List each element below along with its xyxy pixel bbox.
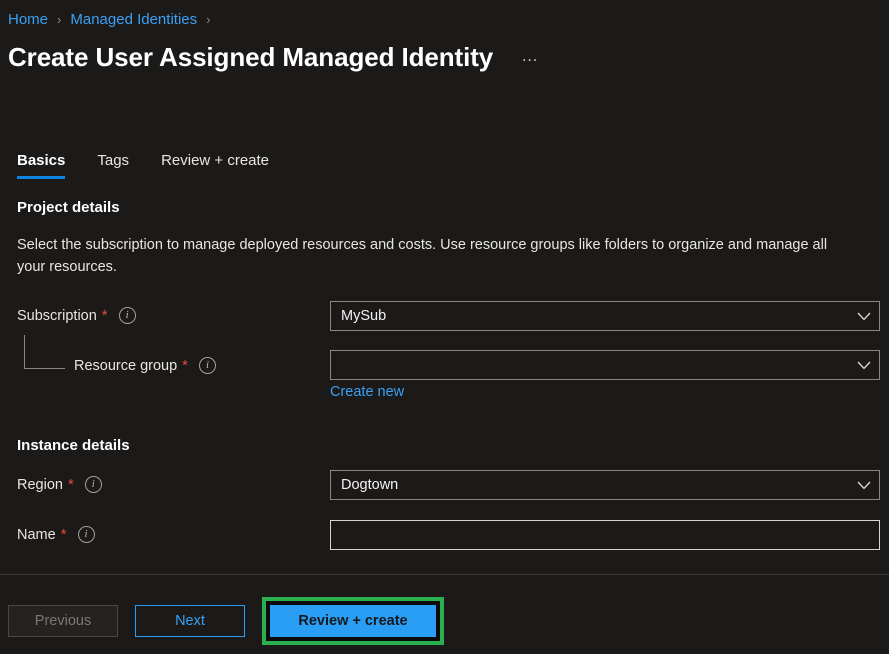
instance-details-heading: Instance details — [17, 437, 130, 454]
info-icon[interactable]: i — [84, 476, 102, 493]
chevron-down-icon — [849, 312, 879, 321]
next-button[interactable]: Next — [135, 605, 245, 637]
wizard-footer: Previous Next Review + create — [8, 597, 444, 645]
project-details-heading: Project details — [17, 199, 120, 216]
review-create-button[interactable]: Review + create — [270, 605, 436, 637]
name-label-group: Name * i — [17, 526, 95, 543]
required-marker: * — [182, 357, 189, 374]
info-icon[interactable]: i — [199, 357, 217, 374]
breadcrumb-item-managed-identities[interactable]: Managed Identities — [70, 11, 197, 28]
chevron-down-icon — [849, 361, 879, 370]
subscription-label: Subscription — [17, 307, 97, 324]
breadcrumb: Home › Managed Identities › — [8, 8, 219, 30]
footer-divider — [0, 574, 889, 575]
subscription-dropdown[interactable]: MySub — [330, 301, 880, 331]
breadcrumb-separator-icon: › — [57, 11, 62, 27]
tab-basics[interactable]: Basics — [17, 152, 66, 179]
name-input-wrapper[interactable] — [330, 520, 880, 550]
subscription-value: MySub — [341, 308, 387, 324]
project-details-description: Select the subscription to manage deploy… — [17, 237, 828, 275]
tab-tags[interactable]: Tags — [97, 152, 129, 179]
subscription-label-group: Subscription * i — [17, 307, 136, 324]
resource-group-label-group: Resource group * i — [74, 357, 217, 374]
tab-bar: Basics Tags Review + create — [17, 145, 301, 179]
tab-review-create[interactable]: Review + create — [161, 152, 269, 179]
resource-group-dropdown[interactable] — [330, 350, 880, 380]
region-dropdown[interactable]: Dogtown — [330, 470, 880, 500]
name-label: Name — [17, 526, 56, 543]
hierarchy-connector — [24, 335, 65, 369]
info-icon[interactable]: i — [77, 526, 95, 543]
review-create-highlight: Review + create — [262, 597, 444, 645]
ellipsis-icon[interactable]: … — [517, 46, 542, 70]
chevron-down-icon — [849, 481, 879, 490]
region-value: Dogtown — [341, 477, 399, 493]
previous-button[interactable]: Previous — [8, 605, 118, 637]
info-icon[interactable]: i — [118, 307, 136, 324]
page-header: Create User Assigned Managed Identity … — [8, 42, 542, 73]
required-marker: * — [60, 526, 67, 543]
required-marker: * — [67, 476, 74, 493]
resource-group-label: Resource group — [74, 357, 178, 374]
required-marker: * — [101, 307, 108, 324]
breadcrumb-item-home[interactable]: Home — [8, 11, 48, 28]
page-title: Create User Assigned Managed Identity — [8, 42, 494, 72]
create-new-resource-group-link[interactable]: Create new — [330, 384, 404, 400]
region-label-group: Region * i — [17, 476, 102, 493]
breadcrumb-separator-icon: › — [206, 11, 211, 27]
region-label: Region — [17, 476, 63, 493]
